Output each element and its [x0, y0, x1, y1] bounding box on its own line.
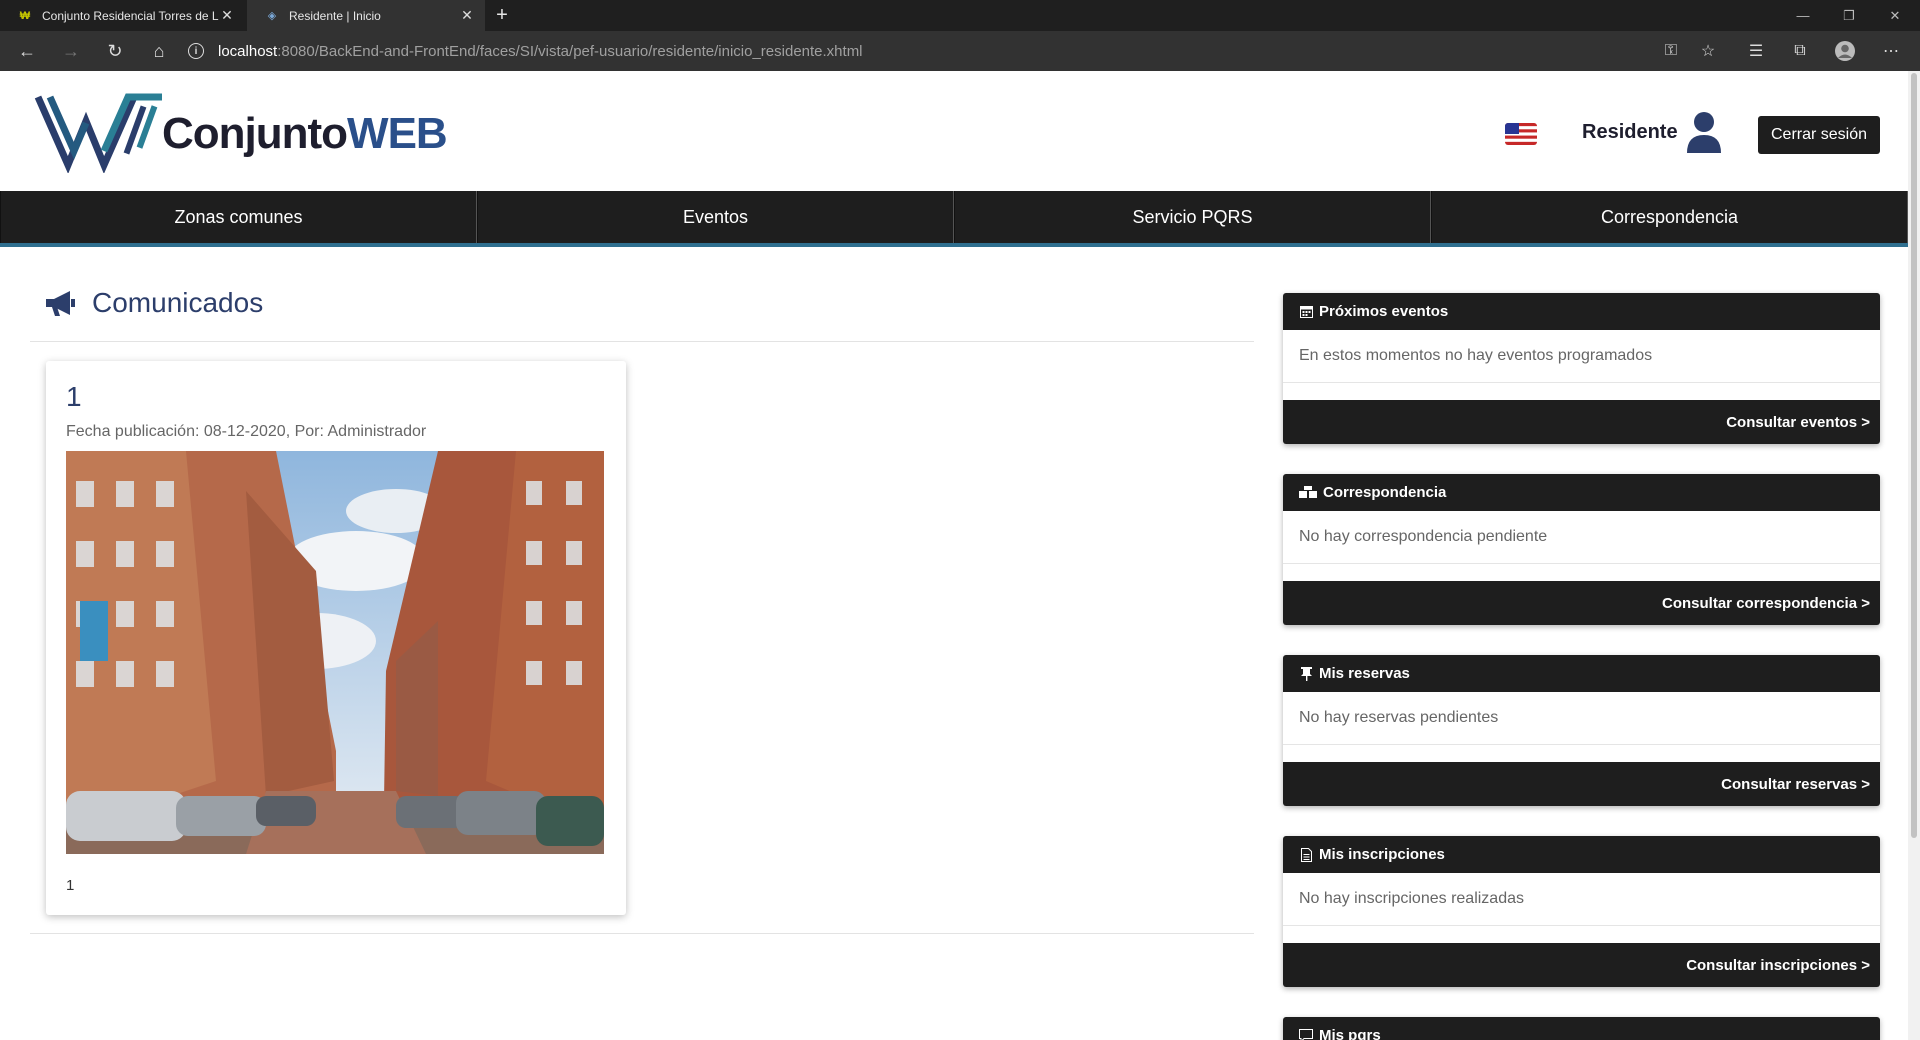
widget-proximos-eventos: Próximos eventos En estos momentos no ha…: [1283, 293, 1880, 444]
site-info-icon[interactable]: i: [188, 43, 204, 59]
widget-title: Mis reservas: [1319, 665, 1410, 682]
home-icon[interactable]: ⌂: [144, 37, 174, 65]
widget-header: Mis inscripciones: [1283, 836, 1880, 873]
tab-title: Residente | Inicio: [289, 8, 381, 23]
address-bar: ← → ↻ ⌂ i localhost:8080/BackEnd-and-Fro…: [0, 31, 1920, 71]
divider: [30, 341, 1254, 342]
browser-tab[interactable]: ₩ Conjunto Residencial Torres de L ✕: [0, 0, 245, 31]
back-icon[interactable]: ←: [12, 37, 42, 65]
section-title-comunicados: Comunicados: [44, 287, 263, 319]
announcement-card: 1 Fecha publicación: 08-12-2020, Por: Ad…: [46, 361, 626, 915]
widget-message: No hay correspondencia pendiente: [1283, 511, 1880, 564]
url-host: localhost: [218, 42, 278, 60]
brand-name: ConjuntoWEB: [162, 109, 448, 158]
url-path: :8080/BackEnd-and-FrontEnd/faces/SI/vist…: [277, 42, 863, 60]
collections-icon[interactable]: ⧉: [1785, 37, 1815, 65]
us-flag-language-icon[interactable]: [1505, 123, 1537, 145]
widget-spacer: [1283, 926, 1880, 943]
megaphone-icon: [46, 291, 75, 316]
widget-header: Próximos eventos: [1283, 293, 1880, 330]
main-navigation: Zonas comunes Eventos Servicio PQRS Corr…: [0, 191, 1908, 247]
new-tab-icon[interactable]: +: [490, 3, 514, 27]
consultar-correspondencia-button[interactable]: Consultar correspondencia >: [1283, 581, 1880, 625]
site-header: ConjuntoWEB Residente Cerrar sesión: [0, 71, 1908, 191]
widget-title: Mis inscripciones: [1319, 846, 1445, 863]
consultar-inscripciones-button[interactable]: Consultar inscripciones >: [1283, 943, 1880, 987]
pin-icon: [1299, 666, 1313, 681]
widget-header: Correspondencia: [1283, 474, 1880, 511]
minimize-icon[interactable]: —: [1780, 0, 1826, 31]
nav-item-correspondencia[interactable]: Correspondencia: [1431, 191, 1908, 243]
profile-avatar-icon[interactable]: [1830, 37, 1860, 65]
page-scrollbar[interactable]: [1908, 71, 1920, 1040]
section-title-text: Comunicados: [92, 287, 264, 318]
widget-header: Mis pqrs: [1283, 1017, 1880, 1040]
widget-title: Mis pqrs: [1319, 1027, 1381, 1040]
comment-icon: [1299, 1029, 1313, 1040]
browser-tab-bar: ₩ Conjunto Residencial Torres de L ✕ ◈ R…: [0, 0, 1920, 31]
browser-tab-active[interactable]: ◈ Residente | Inicio ✕: [247, 0, 485, 31]
nav-item-eventos[interactable]: Eventos: [477, 191, 954, 243]
widget-mis-inscripciones: Mis inscripciones No hay inscripciones r…: [1283, 836, 1880, 987]
url-field[interactable]: i localhost:8080/BackEnd-and-FrontEnd/fa…: [188, 35, 1728, 67]
conjuntoweb-logo-icon[interactable]: [34, 91, 164, 173]
calendar-icon: [1299, 305, 1313, 319]
forward-icon[interactable]: →: [56, 37, 86, 65]
widget-header: Mis reservas: [1283, 655, 1880, 692]
nav-item-servicio-pqrs[interactable]: Servicio PQRS: [954, 191, 1431, 243]
more-options-icon[interactable]: ⋯: [1876, 37, 1906, 65]
favorites-list-icon[interactable]: ☰: [1741, 37, 1771, 65]
widget-message: En estos momentos no hay eventos program…: [1283, 330, 1880, 383]
logout-button[interactable]: Cerrar sesión: [1758, 116, 1880, 154]
key-icon[interactable]: ⚿: [1656, 37, 1686, 65]
user-profile-icon[interactable]: [1686, 111, 1722, 153]
site-favicon-icon: ₩: [19, 9, 31, 22]
widget-title: Correspondencia: [1323, 484, 1447, 501]
widget-correspondencia: Correspondencia No hay correspondencia p…: [1283, 474, 1880, 625]
announcement-image: [66, 451, 604, 854]
widget-mis-reservas: Mis reservas No hay reservas pendientes …: [1283, 655, 1880, 806]
page-viewport: ConjuntoWEB Residente Cerrar sesión Zona…: [0, 71, 1908, 1040]
close-window-icon[interactable]: ✕: [1872, 0, 1918, 31]
user-role-label: Residente: [1582, 121, 1678, 143]
widget-spacer: [1283, 383, 1880, 400]
scrollbar-thumb[interactable]: [1911, 73, 1917, 838]
document-icon: [1299, 847, 1313, 862]
widget-title: Próximos eventos: [1319, 303, 1449, 320]
announcement-number: 1: [66, 381, 82, 412]
favorite-star-icon[interactable]: ☆: [1693, 37, 1723, 65]
refresh-icon[interactable]: ↻: [100, 37, 130, 65]
consultar-reservas-button[interactable]: Consultar reservas >: [1283, 762, 1880, 806]
announcement-body: 1: [66, 877, 75, 894]
tab-close-icon[interactable]: ✕: [219, 7, 235, 24]
widget-mis-pqrs: Mis pqrs: [1283, 1017, 1880, 1040]
tab-close-icon[interactable]: ✕: [459, 7, 475, 24]
widget-message: No hay reservas pendientes: [1283, 692, 1880, 745]
restore-icon[interactable]: ❐: [1826, 0, 1872, 31]
boxes-icon: [1299, 486, 1317, 500]
widget-spacer: [1283, 564, 1880, 581]
divider: [30, 933, 1254, 934]
widget-spacer: [1283, 745, 1880, 762]
consultar-eventos-button[interactable]: Consultar eventos >: [1283, 400, 1880, 444]
nav-item-zonas-comunes[interactable]: Zonas comunes: [0, 191, 477, 243]
announcement-meta: Fecha publicación: 08-12-2020, Por: Admi…: [66, 423, 427, 440]
tab-title: Conjunto Residencial Torres de L: [42, 8, 219, 23]
site-favicon-icon: ◈: [267, 10, 277, 22]
widget-message: No hay inscripciones realizadas: [1283, 873, 1880, 926]
